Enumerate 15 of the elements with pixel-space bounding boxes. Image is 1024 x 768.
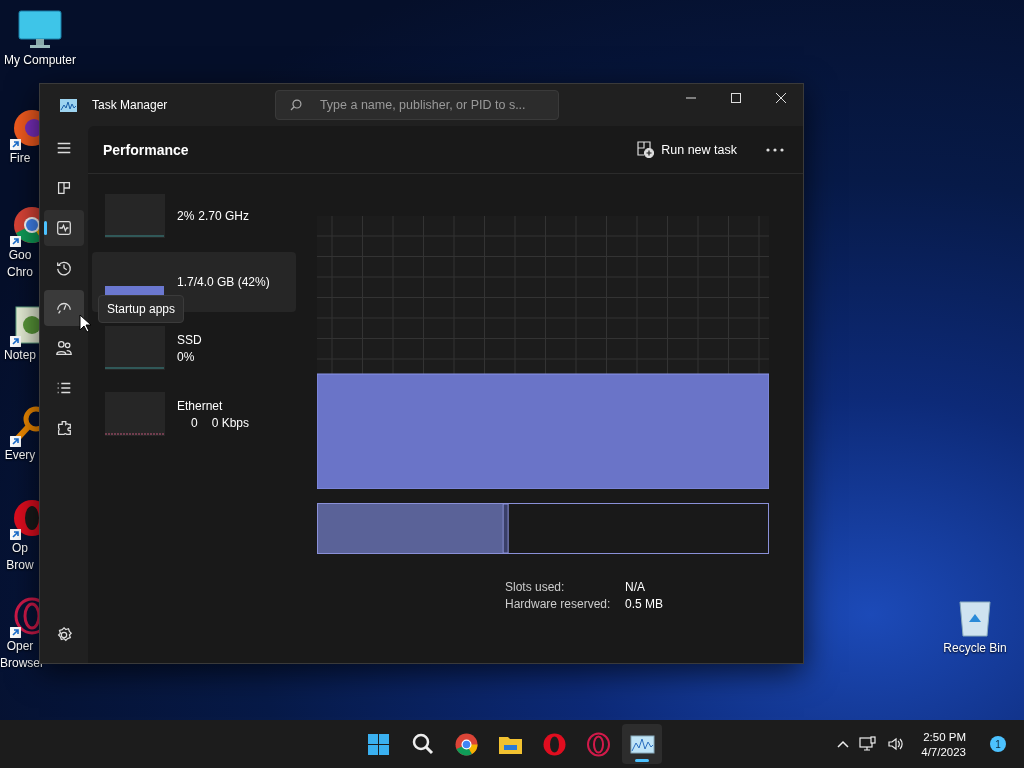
window-title: Task Manager: [92, 98, 169, 112]
resource-value: 0%: [177, 349, 195, 364]
detail-label: Hardware reserved:: [505, 597, 612, 611]
resource-name: Ethernet: [177, 398, 224, 413]
resource-value: 1.7/4.0 GB (42%): [177, 275, 270, 289]
detail-value: 0.5 MB: [625, 597, 664, 611]
page-title: Performance: [103, 141, 189, 158]
detail-value: N/A: [625, 580, 646, 594]
tooltip: Startup apps: [98, 295, 185, 323]
detail-label: Slots used:: [505, 580, 566, 594]
resource-name: SSD: [177, 332, 202, 347]
resource-value: 0: [191, 415, 198, 430]
resource-value: 2.70 GHz: [198, 209, 250, 223]
resource-value: 2%: [177, 209, 195, 223]
resource-value: 0 Kbps: [211, 415, 250, 430]
